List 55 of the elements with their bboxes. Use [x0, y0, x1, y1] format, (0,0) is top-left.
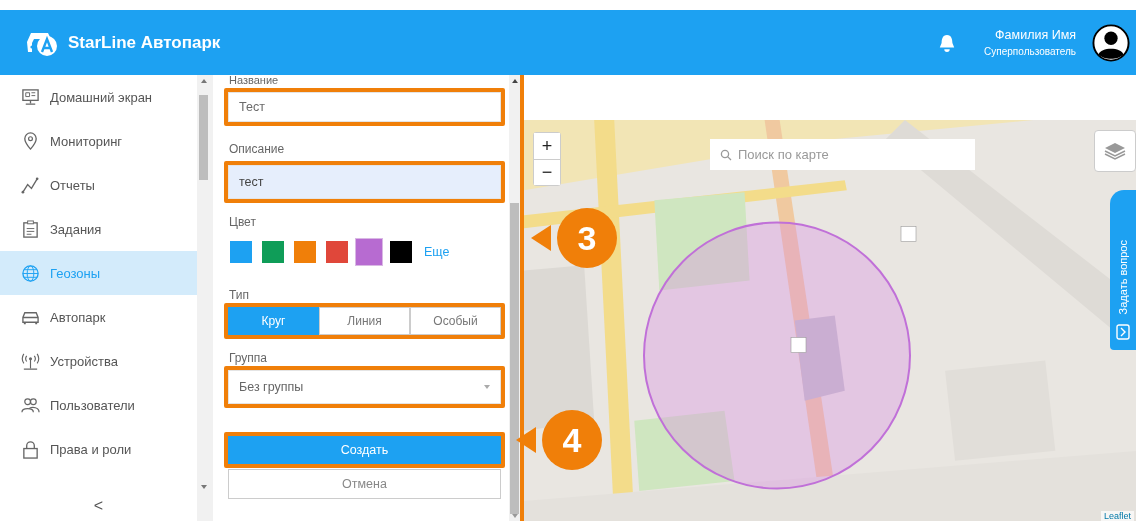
scroll-up-arrow-icon	[200, 79, 207, 83]
sidebar-item[interactable]: Задания	[0, 207, 197, 251]
search-icon	[720, 148, 732, 161]
pointer-triangle-icon	[531, 225, 551, 251]
sidebar-item[interactable]: Мониторинг	[0, 119, 197, 163]
lock-icon	[21, 439, 40, 459]
app-title: StarLine Автопарк	[68, 32, 221, 53]
scroll-down-arrow-icon	[200, 485, 207, 489]
color-swatch[interactable]	[390, 241, 412, 263]
text-field[interactable]: тест	[228, 165, 501, 199]
avatar-icon[interactable]	[1092, 23, 1130, 62]
bell-icon[interactable]	[938, 32, 957, 53]
text-field[interactable]: Тест	[228, 92, 501, 122]
globe-icon	[21, 263, 40, 283]
clipboard-icon	[21, 219, 40, 239]
type-tab[interactable]: Особый	[410, 307, 501, 335]
map-attribution-link[interactable]: Leaflet	[1100, 511, 1134, 521]
color-swatch[interactable]	[262, 241, 284, 263]
layers-button[interactable]	[1094, 130, 1136, 172]
group-dropdown[interactable]: Без группы	[228, 370, 501, 404]
cancel-button[interactable]: Отмена	[228, 469, 501, 499]
users-icon	[21, 395, 40, 415]
sidebar-item[interactable]: Устройства	[0, 339, 197, 383]
line-chart-icon	[21, 175, 40, 195]
resize-handle[interactable]	[900, 226, 917, 242]
field-label: Группа	[229, 351, 269, 365]
collapse-button[interactable]: <	[89, 497, 108, 515]
sidebar-item[interactable]: Домашний экран	[0, 75, 197, 119]
scroll-up-arrow-icon	[511, 79, 518, 83]
sidebar-item[interactable]: Отчеты	[0, 163, 197, 207]
location-pin-icon	[21, 131, 40, 151]
monitor-icon	[21, 87, 40, 107]
dropdown-caret-icon	[484, 385, 490, 389]
color-swatch[interactable]	[230, 241, 252, 263]
field-label: Описание	[229, 142, 286, 156]
geofence-circle[interactable]	[643, 221, 911, 490]
sidebar-item[interactable]: Автопарк	[0, 295, 197, 339]
center-handle[interactable]	[790, 337, 807, 353]
color-swatch[interactable]	[355, 238, 383, 266]
scroll-down-arrow-icon	[511, 514, 518, 518]
user-name: Фамилия Имя	[995, 28, 1076, 42]
scrollbar-thumb[interactable]	[510, 202, 519, 515]
color-swatch[interactable]	[294, 241, 316, 263]
chevron-box-icon	[1116, 324, 1130, 340]
sidebar-item[interactable]: Права и роли	[0, 427, 197, 471]
field-label: Название	[229, 75, 280, 86]
antenna-icon	[21, 351, 40, 371]
zoom-out-button[interactable]: −	[534, 159, 560, 185]
field-label: Цвет	[229, 215, 257, 229]
color-swatch[interactable]	[326, 241, 348, 263]
scrollbar-thumb[interactable]	[199, 95, 208, 180]
user-role: Суперпользователь	[984, 46, 1076, 57]
type-tab[interactable]: Линия	[319, 307, 410, 335]
sidebar-item[interactable]: Пользователи	[0, 383, 197, 427]
field-label: Тип	[229, 288, 250, 302]
